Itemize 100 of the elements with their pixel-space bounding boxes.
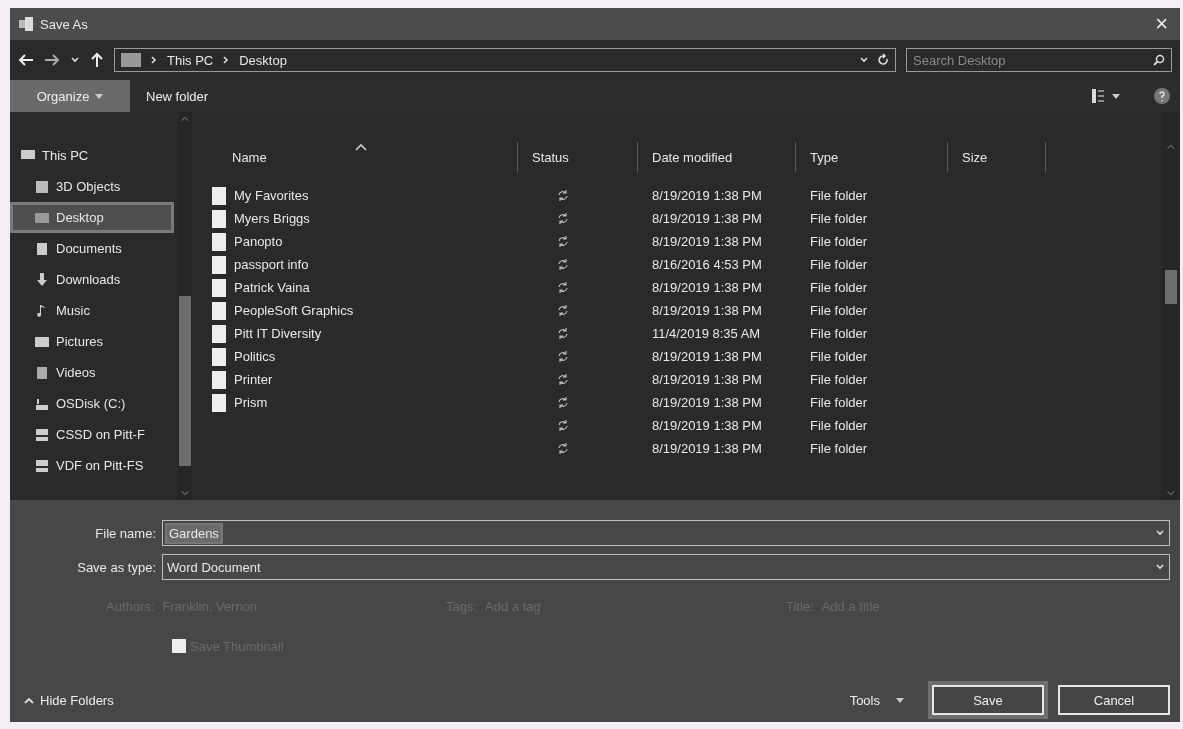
file-name[interactable]: Myers Briggs [234,211,310,226]
date-modified: 8/19/2019 1:38 PM [652,234,762,249]
address-bar[interactable]: This PC Desktop [114,48,896,72]
word-app-icon [18,17,34,31]
date-modified: 8/19/2019 1:38 PM [652,188,762,203]
file-name[interactable]: My Favorites [234,188,309,203]
scroll-down-icon[interactable] [181,490,189,496]
forward-arrow-icon[interactable] [44,53,60,67]
field-label: Save as type: [76,559,156,575]
sidebar-item[interactable]: Music [10,295,174,326]
network-drive-icon [34,426,50,443]
window-title: Save As [40,16,89,32]
file-type: File folder [810,188,868,203]
sync-icon [558,374,568,385]
search-field[interactable]: Search Desktop [906,48,1172,72]
file-name[interactable]: Panopto [234,234,283,249]
sync-icon [558,397,568,408]
file-name[interactable]: Prism [234,395,268,410]
file-name[interactable]: Politics [234,349,276,364]
caret-icon [896,697,904,703]
organize-button[interactable]: Organize [10,80,130,112]
caret-icon [95,93,104,99]
sidebar-item[interactable]: Desktop [10,202,174,233]
sidebar-item[interactable]: Downloads [10,264,174,295]
column-header[interactable]: Date modified [638,142,796,172]
sync-icon [558,259,568,270]
dialog-button[interactable]: Cancel [1058,685,1170,715]
sidebar-item[interactable]: Videos [10,357,174,388]
search-icon [1153,54,1165,66]
sidebar-item[interactable]: CSSD on Pitt-F [10,419,174,450]
help-icon[interactable] [1154,88,1170,104]
file-type: File folder [810,349,868,364]
file-name[interactable]: Patrick Vaina [234,280,310,295]
refresh-icon[interactable] [877,53,889,67]
folder-icon [212,209,226,228]
folder-icon [212,301,226,320]
save-as-type-dropdown[interactable]: Word Document [162,554,1170,580]
sidebar-item[interactable]: Documents [10,233,174,264]
chevron-icon [1155,528,1165,538]
folder-icon [212,232,226,251]
date-modified: 8/19/2019 1:38 PM [652,280,762,295]
chevron-up-icon [24,696,34,704]
scroll-up-icon[interactable] [1167,144,1175,150]
file-type: File folder [810,234,868,249]
folder-icon [212,255,226,274]
sidebar-item[interactable]: OSDisk (C:) [10,388,174,419]
up-arrow-icon[interactable] [90,52,104,68]
date-modified: 8/19/2019 1:38 PM [652,441,762,456]
chevron-icon [149,55,159,65]
column-header[interactable]: Name [192,142,518,172]
column-header[interactable]: Size [948,142,1046,172]
folder-icon [212,324,226,343]
folder-icon [212,347,226,366]
file-name[interactable]: passport info [234,257,309,272]
back-arrow-icon[interactable] [18,53,34,67]
file-name-field[interactable]: Gardens [162,520,1170,546]
file-type: File folder [810,441,868,456]
date-modified: 8/19/2019 1:38 PM [652,211,762,226]
scroll-up-icon[interactable] [181,116,189,122]
field-label: File name: [94,525,156,541]
sync-icon [558,328,568,339]
file-name[interactable]: Printer [234,372,273,387]
date-modified: 8/19/2019 1:38 PM [652,303,762,318]
breadcrumb[interactable]: This PC [167,52,214,68]
breadcrumb[interactable]: Desktop [239,52,287,68]
file-name[interactable]: PeopleSoft Graphics [234,303,354,318]
date-modified: 8/16/2016 4:53 PM [652,257,762,272]
scroll-down-icon[interactable] [1167,490,1175,496]
file-name[interactable]: Pitt IT Diversity [234,326,322,341]
chevron-icon [70,55,80,65]
scroll-thumb[interactable] [1165,270,1177,304]
close-button[interactable]: × [1151,11,1172,37]
scroll-thumb[interactable] [179,296,191,466]
file-list-scrollbar[interactable] [1162,112,1180,500]
sync-icon [558,190,568,201]
date-modified: 8/19/2019 1:38 PM [652,349,762,364]
new-folder-button[interactable]: New folder [142,88,213,104]
sidebar-scrollbar[interactable] [178,112,192,500]
download-icon [34,271,50,288]
file-type: File folder [810,211,868,226]
column-header[interactable]: Status [518,142,638,172]
date-modified: 8/19/2019 1:38 PM [652,372,762,387]
file-type: File folder [810,280,868,295]
chevron-icon [859,55,869,65]
sync-icon [558,305,568,316]
chevron-icon [1155,562,1165,572]
folder-icon [212,186,226,205]
date-modified: 11/4/2019 8:35 AM [652,326,761,341]
sync-icon [558,443,568,454]
view-options-icon[interactable] [1092,89,1122,103]
file-type: File folder [810,303,868,318]
sync-icon [558,351,568,362]
hide-folders-button[interactable]: Hide Folders [20,692,118,708]
sidebar-item[interactable]: Pictures [10,326,174,357]
sidebar-item[interactable]: 3D Objects [10,171,174,202]
sidebar-item[interactable]: VDF on Pitt-FS [10,450,174,481]
tools-button[interactable]: Tools [845,692,908,708]
column-header[interactable]: Type [796,142,948,172]
sidebar-item[interactable]: This PC [10,140,174,171]
file-type: File folder [810,395,868,410]
